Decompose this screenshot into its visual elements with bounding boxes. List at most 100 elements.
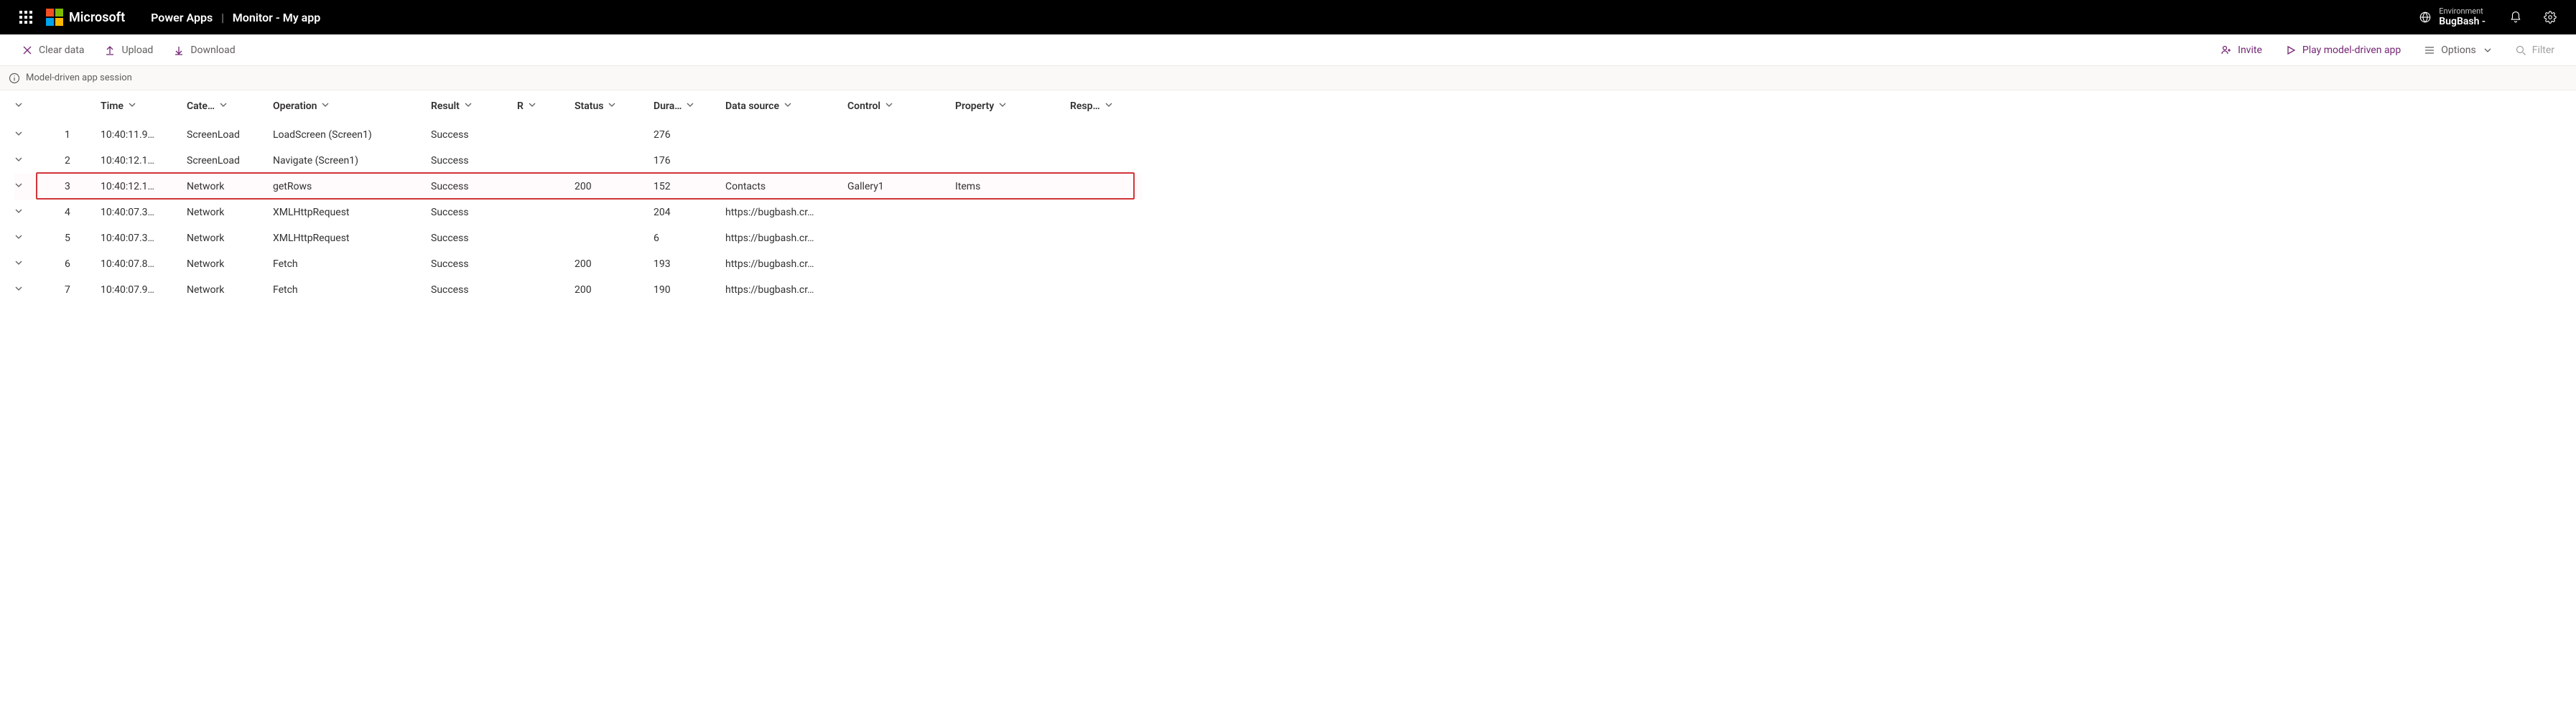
col-index-header[interactable] xyxy=(65,90,101,122)
grid-header-row: Time Cate… Operation Result R Status xyxy=(14,90,1142,122)
cell-property xyxy=(955,251,1070,277)
expand-toggle[interactable] xyxy=(14,277,65,303)
cell-datasource: https://bugbash.cr… xyxy=(725,225,847,251)
cell-response xyxy=(1070,200,1142,225)
cell-status: 200 xyxy=(575,251,654,277)
table-row[interactable]: 310:40:12.1…NetworkgetRowsSuccess200152C… xyxy=(14,174,1142,200)
col-time-header[interactable]: Time xyxy=(101,90,187,122)
cell-response xyxy=(1070,174,1142,200)
col-expand-header[interactable] xyxy=(14,90,65,122)
expand-toggle[interactable] xyxy=(14,200,65,225)
cell-duration: 190 xyxy=(654,277,725,303)
cell-status xyxy=(575,225,654,251)
cell-result: Success xyxy=(431,200,517,225)
cell-duration: 176 xyxy=(654,148,725,174)
environment-picker[interactable]: Environment BugBash - xyxy=(2406,6,2498,28)
cell-datasource: https://bugbash.cr… xyxy=(725,200,847,225)
cell-time: 10:40:07.3… xyxy=(101,200,187,225)
app-launcher-button[interactable] xyxy=(9,0,43,34)
cell-property: Items xyxy=(955,174,1070,200)
cell-status xyxy=(575,200,654,225)
col-status-header[interactable]: Status xyxy=(575,90,654,122)
col-operation-header[interactable]: Operation xyxy=(273,90,431,122)
table-row[interactable]: 510:40:07.3…NetworkXMLHttpRequestSuccess… xyxy=(14,225,1142,251)
cell-operation: Fetch xyxy=(273,277,431,303)
invite-button[interactable]: Invite xyxy=(2213,40,2269,60)
cell-control xyxy=(847,251,955,277)
cell-time: 10:40:07.8… xyxy=(101,251,187,277)
expand-toggle[interactable] xyxy=(14,251,65,277)
play-label: Play model-driven app xyxy=(2302,44,2401,56)
cell-r xyxy=(517,251,575,277)
session-info-banner: Model-driven app session xyxy=(0,66,2576,90)
settings-button[interactable] xyxy=(2533,0,2567,34)
cell-control xyxy=(847,122,955,148)
cell-property xyxy=(955,148,1070,174)
table-row[interactable]: 110:40:11.9…ScreenLoadLoadScreen (Screen… xyxy=(14,122,1142,148)
col-datasource-header[interactable]: Data source xyxy=(725,90,847,122)
cell-datasource: https://bugbash.cr… xyxy=(725,277,847,303)
expand-toggle[interactable] xyxy=(14,225,65,251)
col-response-header[interactable]: Resp… xyxy=(1070,90,1142,122)
cell-time: 10:40:11.9… xyxy=(101,122,187,148)
table-row[interactable]: 610:40:07.8…NetworkFetchSuccess200193htt… xyxy=(14,251,1142,277)
cell-response xyxy=(1070,122,1142,148)
col-property-header[interactable]: Property xyxy=(955,90,1070,122)
microsoft-wordmark: Microsoft xyxy=(69,10,125,25)
cell-result: Success xyxy=(431,251,517,277)
col-control-header[interactable]: Control xyxy=(847,90,955,122)
cell-index: 2 xyxy=(65,148,101,174)
cell-duration: 204 xyxy=(654,200,725,225)
microsoft-logo[interactable]: Microsoft xyxy=(46,9,125,26)
expand-toggle[interactable] xyxy=(14,148,65,174)
cell-r xyxy=(517,277,575,303)
cell-operation: getRows xyxy=(273,174,431,200)
table-row[interactable]: 210:40:12.1…ScreenLoadNavigate (Screen1)… xyxy=(14,148,1142,174)
cell-index: 4 xyxy=(65,200,101,225)
cell-status: 200 xyxy=(575,174,654,200)
environment-name: BugBash - xyxy=(2439,16,2486,28)
cell-response xyxy=(1070,225,1142,251)
download-label: Download xyxy=(190,44,235,56)
cell-control xyxy=(847,148,955,174)
upload-button[interactable]: Upload xyxy=(97,40,160,60)
expand-toggle[interactable] xyxy=(14,174,65,200)
cell-result: Success xyxy=(431,174,517,200)
download-button[interactable]: Download xyxy=(166,40,242,60)
cell-operation: XMLHttpRequest xyxy=(273,200,431,225)
table-row[interactable]: 710:40:07.9…NetworkFetchSuccess200190htt… xyxy=(14,277,1142,303)
col-r-header[interactable]: R xyxy=(517,90,575,122)
expand-toggle[interactable] xyxy=(14,122,65,148)
cell-property xyxy=(955,200,1070,225)
cell-response xyxy=(1070,148,1142,174)
cell-r xyxy=(517,148,575,174)
filter-button[interactable]: Filter xyxy=(2508,40,2562,60)
microsoft-logo-icon xyxy=(46,9,63,26)
bell-icon xyxy=(2509,11,2522,24)
cell-r xyxy=(517,122,575,148)
col-result-header[interactable]: Result xyxy=(431,90,517,122)
cell-category: Network xyxy=(187,174,273,200)
breadcrumb-app[interactable]: Power Apps xyxy=(151,11,213,24)
cell-property xyxy=(955,225,1070,251)
clear-data-button[interactable]: Clear data xyxy=(14,40,91,60)
play-model-driven-app-button[interactable]: Play model-driven app xyxy=(2278,40,2408,60)
cell-category: Network xyxy=(187,225,273,251)
col-category-header[interactable]: Cate… xyxy=(187,90,273,122)
cell-time: 10:40:12.1… xyxy=(101,148,187,174)
cell-datasource xyxy=(725,148,847,174)
col-duration-header[interactable]: Dura… xyxy=(654,90,725,122)
gear-icon xyxy=(2544,11,2557,24)
upload-label: Upload xyxy=(121,44,153,56)
options-button[interactable]: Options xyxy=(2417,40,2498,60)
events-grid: Time Cate… Operation Result R Status xyxy=(0,90,2576,303)
cell-index: 6 xyxy=(65,251,101,277)
cell-category: Network xyxy=(187,200,273,225)
cell-status xyxy=(575,148,654,174)
notifications-button[interactable] xyxy=(2498,0,2533,34)
cell-duration: 276 xyxy=(654,122,725,148)
globe-icon xyxy=(2419,11,2432,24)
cell-category: ScreenLoad xyxy=(187,148,273,174)
table-row[interactable]: 410:40:07.3…NetworkXMLHttpRequestSuccess… xyxy=(14,200,1142,225)
cell-category: Network xyxy=(187,251,273,277)
